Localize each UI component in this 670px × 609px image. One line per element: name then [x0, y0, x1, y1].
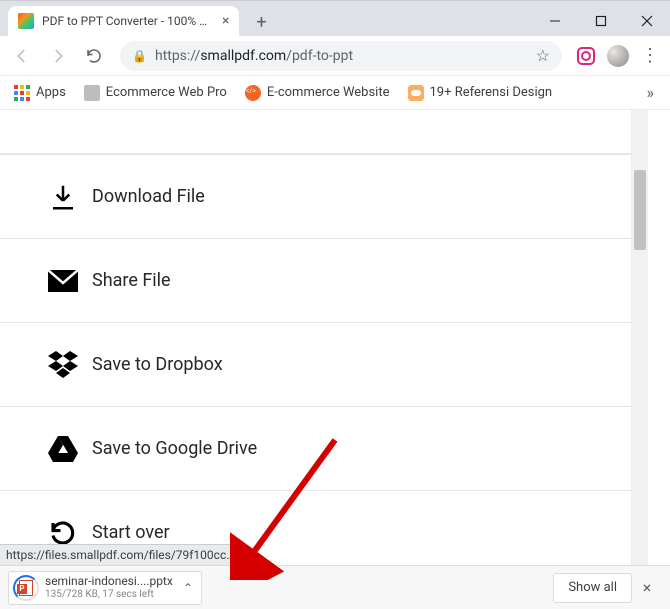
page-viewport: Download File Share File Save to Dropbox… — [0, 110, 670, 565]
show-all-downloads-button[interactable]: Show all — [553, 573, 632, 603]
window-controls — [532, 6, 670, 36]
chevron-up-icon[interactable]: ⌃ — [179, 581, 193, 595]
bookmark-item[interactable]: 19+ Referensi Design — [402, 81, 559, 105]
close-window-button[interactable] — [624, 6, 670, 36]
bookmarks-bar: Apps Ecommerce Web Pro E-commerce Websit… — [0, 76, 670, 110]
browser-toolbar: 🔒 https://smallpdf.com/pdf-to-ppt ☆ ⋮ — [0, 36, 670, 76]
tab-title: PDF to PPT Converter - 100% Fre — [42, 14, 212, 28]
chrome-menu-button[interactable]: ⋮ — [636, 42, 664, 70]
download-status: 135/728 KB, 17 secs left — [45, 589, 173, 600]
download-progress-icon — [13, 575, 39, 601]
dropbox-icon — [48, 351, 92, 379]
maximize-button[interactable] — [578, 6, 624, 36]
apps-shortcut[interactable]: Apps — [8, 81, 72, 105]
reload-button[interactable] — [78, 40, 110, 72]
forward-button[interactable] — [42, 40, 74, 72]
apps-icon — [14, 85, 30, 101]
bookmarks-overflow-icon[interactable]: » — [639, 83, 663, 102]
tab-favicon — [18, 13, 34, 29]
close-downloads-bar-icon[interactable]: × — [632, 578, 662, 597]
url-text: https://smallpdf.com/pdf-to-ppt — [155, 48, 528, 64]
download-file-action[interactable]: Download File — [0, 154, 631, 238]
downloads-bar: seminar-indonesi....pptx 135/728 KB, 17 … — [0, 565, 670, 609]
page-content: Download File Share File Save to Dropbox… — [0, 110, 632, 565]
link-hover-url: https://files.smallpdf.com/files/79f100c… — [0, 544, 241, 565]
google-drive-icon — [48, 436, 92, 462]
browser-titlebar: PDF to PPT Converter - 100% Fre × + — [0, 0, 670, 36]
vertical-scrollbar[interactable] — [632, 110, 648, 565]
bookmark-favicon — [408, 85, 424, 101]
new-tab-button[interactable]: + — [247, 8, 275, 36]
save-gdrive-action[interactable]: Save to Google Drive — [0, 406, 631, 490]
save-dropbox-action[interactable]: Save to Dropbox — [0, 322, 631, 406]
profile-avatar[interactable] — [604, 42, 632, 70]
address-bar[interactable]: 🔒 https://smallpdf.com/pdf-to-ppt ☆ — [120, 41, 562, 71]
bookmark-favicon — [245, 85, 261, 101]
download-filename: seminar-indonesi....pptx — [45, 575, 173, 588]
pptx-file-icon — [19, 580, 33, 596]
instagram-extension-icon[interactable] — [572, 42, 600, 70]
close-tab-icon[interactable]: × — [222, 13, 229, 29]
share-file-action[interactable]: Share File — [0, 238, 631, 322]
bookmark-favicon — [84, 85, 100, 101]
back-button[interactable] — [6, 40, 38, 72]
bookmark-item[interactable]: E-commerce Website — [239, 81, 396, 105]
lock-icon: 🔒 — [132, 49, 147, 63]
scrollbar-thumb[interactable] — [634, 170, 646, 250]
bookmark-item[interactable]: Ecommerce Web Pro — [78, 81, 233, 105]
download-item[interactable]: seminar-indonesi....pptx 135/728 KB, 17 … — [8, 571, 202, 605]
envelope-icon — [48, 270, 92, 292]
bookmark-star-icon[interactable]: ☆ — [536, 46, 550, 65]
undo-icon — [48, 518, 92, 548]
browser-tab[interactable]: PDF to PPT Converter - 100% Fre × — [8, 6, 239, 36]
minimize-button[interactable] — [532, 6, 578, 36]
download-icon — [48, 182, 92, 212]
